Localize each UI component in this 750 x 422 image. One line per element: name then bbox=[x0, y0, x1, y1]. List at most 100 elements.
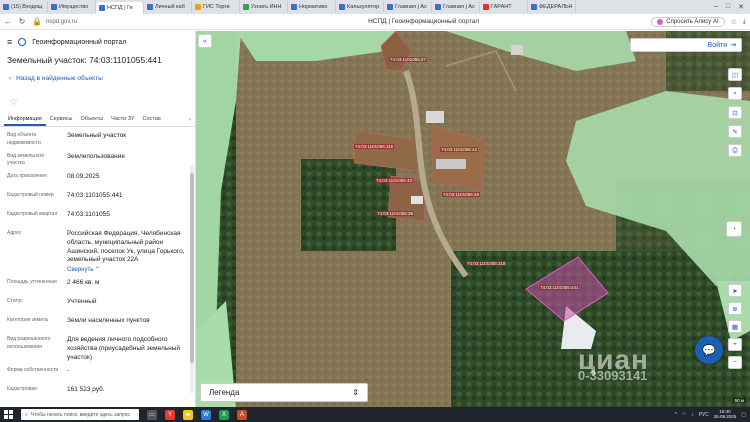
parcel-label: 74:03:1101055:43 bbox=[375, 178, 413, 183]
map-tools: ◫ ⌕ ⊡ ✎ ⎙ bbox=[728, 68, 742, 157]
browser-tab[interactable]: ГАРАНТ bbox=[480, 1, 528, 13]
attribute-label: Вид земельного участка bbox=[7, 152, 45, 167]
measure-icon[interactable]: ⊡ bbox=[728, 106, 742, 119]
browser-tab[interactable]: Главная | Ac bbox=[432, 1, 480, 13]
back-arrow-icon[interactable]: ← bbox=[4, 17, 12, 26]
collapse-address-link[interactable]: Свернуть ⌃ bbox=[67, 266, 185, 274]
task-view-icon[interactable]: ▭ bbox=[147, 409, 157, 420]
browser-tab-label: ФЕДЕРАЛЬН bbox=[539, 4, 573, 10]
tab-4[interactable]: Состав bbox=[139, 116, 165, 126]
browser-tab[interactable]: Личный каб bbox=[144, 1, 192, 13]
attribute-value-wrap: 74:03:1101055:441 bbox=[67, 192, 185, 206]
attribute-row: Категория земель Земли населенных пунктов bbox=[7, 317, 188, 331]
back-to-results-label: Назад в найденные объекты bbox=[16, 74, 103, 82]
search-map-icon[interactable]: ⌕ bbox=[728, 87, 742, 100]
compass-icon[interactable]: ⊕ bbox=[728, 302, 742, 315]
tab-favicon-icon bbox=[147, 4, 153, 10]
browser-tab-label: Калькулятор bbox=[347, 4, 380, 10]
zoom-in-icon[interactable]: + bbox=[728, 338, 742, 351]
scrollbar-thumb[interactable] bbox=[190, 173, 194, 363]
print-icon[interactable]: ⎙ bbox=[728, 144, 742, 157]
attribute-row: Площадь уточненная 2 466 кв. м bbox=[7, 279, 188, 293]
zoom-out-icon[interactable]: − bbox=[728, 356, 742, 369]
windows-start-icon[interactable] bbox=[4, 410, 13, 419]
browser-tab-label: (15) Входящ bbox=[11, 4, 43, 10]
browser-tab[interactable]: Главная | Ac bbox=[384, 1, 432, 13]
menu-icon[interactable]: ≡ bbox=[7, 37, 12, 47]
attribute-value-wrap: 161 523 руб. bbox=[67, 386, 185, 400]
excel-icon[interactable]: X bbox=[219, 409, 229, 420]
parcel-label: 74:03:1101055:38 bbox=[376, 211, 414, 216]
word-icon[interactable]: W bbox=[201, 409, 211, 420]
browser-tab[interactable]: Калькулятор bbox=[336, 1, 384, 13]
tab-favicon-icon bbox=[51, 4, 57, 10]
attribute-value: Землепользование bbox=[67, 152, 125, 160]
browser-tab-label: НСПД | Ге bbox=[107, 5, 133, 11]
browser-tab[interactable]: Нормативн bbox=[288, 1, 336, 13]
file-explorer-icon[interactable]: ▰ bbox=[183, 409, 193, 420]
tab-favicon-icon bbox=[291, 4, 297, 10]
tab-0[interactable]: Информация bbox=[4, 116, 46, 126]
download-icon[interactable]: ⤓ bbox=[743, 18, 746, 26]
attribute-value-wrap: Для ведения личного подсобного хозяйства… bbox=[67, 336, 185, 362]
maximize-icon[interactable]: □ bbox=[726, 3, 730, 11]
attribute-row: Дата присвоения 08.09.2025 bbox=[7, 173, 188, 187]
tab-favicon-icon bbox=[387, 4, 393, 10]
tab-3[interactable]: Части ЗУ bbox=[107, 116, 138, 126]
language-indicator[interactable]: РУС bbox=[699, 412, 709, 418]
ask-alice-button[interactable]: Спросить Алису AI bbox=[651, 16, 725, 27]
tab-favicon-icon bbox=[483, 4, 489, 10]
attribute-label: Дата присвоения bbox=[7, 173, 47, 179]
taskbar-search[interactable]: ⌕ Чтобы начать поиск, введите здесь запр… bbox=[21, 409, 139, 420]
parcel-label: 74:03:1101055:27 bbox=[389, 57, 427, 62]
close-icon[interactable]: ✕ bbox=[738, 3, 744, 11]
attribute-value-wrap: Учтенный bbox=[67, 298, 185, 312]
chat-button[interactable]: 💬 bbox=[695, 336, 723, 364]
legend-dropdown[interactable]: Легенда ⇕ bbox=[200, 383, 368, 402]
reload-icon[interactable]: ↻ bbox=[18, 17, 26, 26]
yandex-browser-icon[interactable]: Y bbox=[165, 409, 175, 420]
chevron-up-icon[interactable]: ^ bbox=[674, 412, 676, 418]
map-view[interactable]: 74:03:1101055:27 74:03:1101055:116 74:03… bbox=[196, 31, 750, 407]
tab-2[interactable]: Объекты bbox=[76, 116, 107, 126]
chevron-right-icon[interactable]: › bbox=[189, 117, 191, 123]
panel-scrollbar[interactable] bbox=[190, 165, 194, 393]
minimize-icon[interactable]: – bbox=[714, 3, 718, 11]
attribute-label: Статус bbox=[7, 298, 23, 305]
notifications-icon[interactable]: ▢ bbox=[741, 412, 746, 418]
attribute-label: Адрес bbox=[7, 230, 22, 236]
attribute-list: Вид объекта недвижимости Земельный участо… bbox=[0, 132, 195, 400]
attribute-row: Кадастровая 161 523 руб. bbox=[7, 386, 188, 400]
browser-tab-label: ГИС Торги bbox=[203, 4, 230, 10]
browser-tab[interactable]: (15) Входящ bbox=[0, 1, 48, 13]
volume-icon[interactable]: ♪ bbox=[691, 412, 694, 418]
attribute-value: Российская Федерация, Челябинская област… bbox=[67, 230, 185, 264]
browser-tab[interactable]: ГИС Торги bbox=[192, 1, 240, 13]
browser-tab[interactable]: ФЕДЕРАЛЬН bbox=[528, 1, 576, 13]
collapse-panel-button[interactable]: « bbox=[198, 34, 212, 48]
browser-tab[interactable]: Узнать ИНН bbox=[240, 1, 288, 13]
bookmark-icon[interactable]: ☆ bbox=[731, 18, 737, 26]
geolocation-icon[interactable]: ➤ bbox=[728, 284, 742, 297]
draw-icon[interactable]: ✎ bbox=[728, 125, 742, 138]
login-button[interactable]: Войти ⇥ bbox=[630, 38, 742, 52]
back-to-results-link[interactable]: ‹ Назад в найденные объекты bbox=[0, 73, 195, 83]
chevron-up-icon: ⌃ bbox=[93, 267, 101, 274]
layers-icon[interactable]: ◫ bbox=[728, 68, 742, 81]
browser-tab[interactable]: Имущество bbox=[48, 1, 96, 13]
attribute-row: Статус Учтенный bbox=[7, 298, 188, 312]
attribute-row: Вид земельного участка Землепользование bbox=[7, 153, 188, 169]
network-icon[interactable]: ◠ bbox=[682, 412, 686, 418]
attribute-value: 74:03:1101055 bbox=[67, 211, 110, 218]
zone-toggle-icon[interactable]: ◔ bbox=[726, 221, 742, 237]
browser-tab[interactable]: НСПД | Ге bbox=[96, 2, 144, 14]
satellite-imagery bbox=[196, 31, 750, 407]
clock[interactable]: 16:40 26.09.2025 bbox=[713, 409, 737, 420]
favorite-star-icon[interactable]: ☆ bbox=[0, 97, 195, 109]
map-scale: 50 м bbox=[732, 398, 746, 403]
attribute-value-wrap: Российская Федерация, Челябинская област… bbox=[67, 230, 185, 274]
clock-date: 26.09.2025 bbox=[713, 413, 737, 419]
tab-1[interactable]: Сервисы bbox=[46, 116, 77, 126]
pdf-icon[interactable]: A bbox=[237, 409, 247, 420]
basemap-icon[interactable]: ▦ bbox=[728, 320, 742, 333]
